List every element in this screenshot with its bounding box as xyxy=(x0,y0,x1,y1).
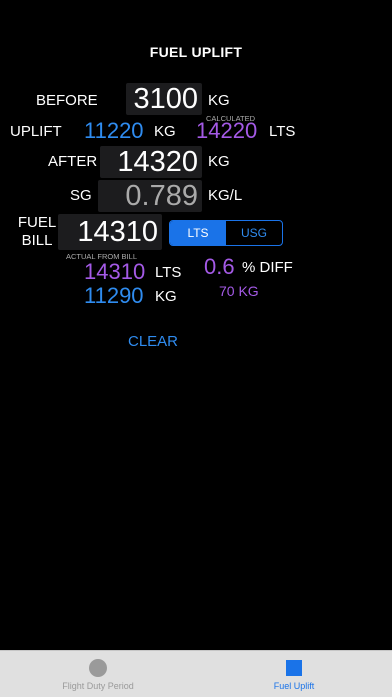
before-unit: KG xyxy=(208,92,230,109)
diff-percent-value: 0.6 xyxy=(204,254,235,279)
calculated-value: 14220 xyxy=(196,118,258,143)
sg-unit: KG/L xyxy=(208,187,243,204)
after-input[interactable]: 14320 xyxy=(100,146,202,178)
actual-lts-value: 14310 xyxy=(84,259,146,284)
toggle-usg[interactable]: USG xyxy=(226,221,282,245)
square-icon xyxy=(286,660,302,676)
fuel-bill-input[interactable]: 14310 xyxy=(58,214,162,250)
tab-bar: Flight Duty Period Fuel Uplift xyxy=(0,650,392,697)
sg-label: SG xyxy=(70,187,92,204)
tab-label-fuel-uplift: Fuel Uplift xyxy=(273,681,315,691)
actual-lts-unit: LTS xyxy=(155,264,182,281)
before-input[interactable]: 3100 xyxy=(126,83,202,115)
diff-percent-label: % DIFF xyxy=(242,259,293,276)
uplift-label: UPLIFT xyxy=(10,123,62,140)
tab-flight-duty-period[interactable]: Flight Duty Period xyxy=(48,651,148,697)
actual-kg-value: 11290 xyxy=(84,283,144,308)
after-unit: KG xyxy=(208,153,230,170)
actual-kg-unit: KG xyxy=(155,288,177,305)
tab-label-flight-duty-period: Flight Duty Period xyxy=(62,681,134,691)
uplift-unit: KG xyxy=(154,123,176,140)
tab-fuel-uplift[interactable]: Fuel Uplift xyxy=(254,651,334,697)
fuel-bill-label-line2: BILL xyxy=(21,232,53,249)
diff-kg-value: 70 KG xyxy=(219,283,259,299)
fuel-bill-label-line1: FUEL xyxy=(17,214,57,231)
unit-toggle[interactable]: LTS USG xyxy=(169,220,283,246)
fuel-bill-label: FUEL BILL xyxy=(17,214,57,250)
clear-button[interactable]: CLEAR xyxy=(128,333,178,350)
uplift-value: 11220 xyxy=(84,118,144,143)
after-label: AFTER xyxy=(48,153,98,170)
calculated-unit: LTS xyxy=(269,123,296,140)
before-label: BEFORE xyxy=(36,92,98,109)
circle-icon xyxy=(89,659,107,677)
page-title: FUEL UPLIFT xyxy=(149,44,243,60)
sg-input[interactable]: 0.789 xyxy=(98,180,202,212)
toggle-lts[interactable]: LTS xyxy=(170,221,226,245)
